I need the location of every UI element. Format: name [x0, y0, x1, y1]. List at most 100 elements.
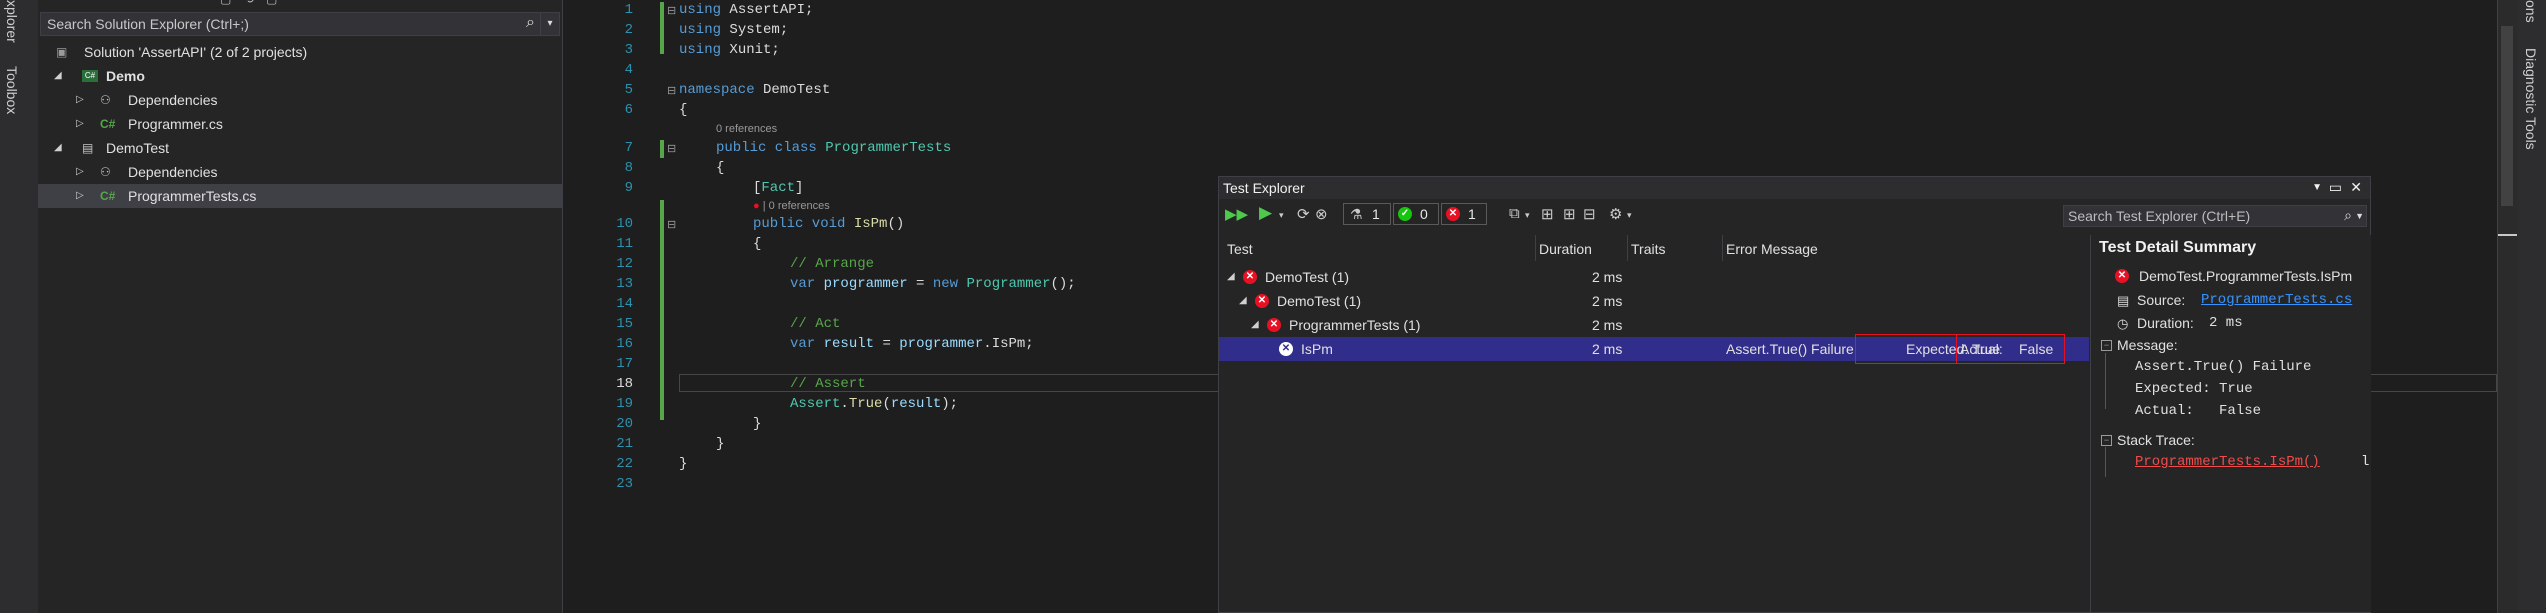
column-header-test[interactable]: Test	[1227, 241, 1253, 257]
code-text: =	[907, 276, 933, 292]
solution-explorer-side-tab[interactable]: xplorer	[4, 0, 20, 43]
test-explorer-search-input[interactable]: Search Test Explorer (Ctrl+E) ⌕ ▼	[2063, 205, 2367, 227]
refresh-icon[interactable]: ⟳	[1297, 205, 1310, 223]
line-number: 11	[616, 236, 633, 252]
tree-item-dependencies[interactable]: ▷ ⚇ Dependencies	[38, 88, 562, 112]
toolbox-side-tab[interactable]: Toolbox	[4, 66, 20, 114]
cancel-icon[interactable]: ⊗	[1315, 205, 1328, 223]
expanded-triangle-icon[interactable]: ◢	[54, 136, 62, 160]
code-line: var programmer = new Programmer();	[790, 276, 1076, 292]
expand-all-icon[interactable]: ⊞	[1563, 205, 1576, 223]
collapsed-triangle-icon[interactable]: ▷	[76, 88, 84, 112]
code-line: namespace DemoTest	[679, 82, 830, 98]
column-header-duration[interactable]: Duration	[1539, 241, 1592, 257]
chevron-down-icon[interactable]: ▼	[2355, 211, 2364, 221]
expanded-triangle-icon[interactable]: ◢	[54, 64, 62, 88]
test-name: DemoTest (1)	[1265, 269, 1350, 285]
toolbar-icon[interactable]: ⟲	[244, 0, 254, 6]
chevron-down-icon[interactable]: ▾	[1279, 210, 1284, 221]
collapsed-triangle-icon[interactable]: ▷	[76, 160, 84, 184]
test-tree-row[interactable]: ◢ ✕ DemoTest (1) 2 ms	[1219, 265, 2089, 289]
change-marker	[660, 2, 664, 54]
toolbar-icon[interactable]: ▢	[266, 0, 277, 6]
stack-trace-link[interactable]: ProgrammerTests.IsPm()	[2135, 454, 2320, 470]
expanded-triangle-icon[interactable]: ◢	[1239, 289, 1247, 313]
fold-toggle-icon[interactable]: ⊟	[667, 86, 676, 97]
code-text: System;	[721, 22, 789, 38]
failed-icon: ✕	[1267, 318, 1281, 332]
column-divider[interactable]	[1627, 235, 1628, 261]
scrollbar-thumb[interactable]	[2501, 26, 2513, 206]
variable-name: programmer	[823, 276, 908, 292]
section-guide	[2105, 353, 2106, 409]
code-line: public void IsPm()	[753, 216, 904, 232]
collapse-all-icon[interactable]: ⊟	[1583, 205, 1596, 223]
total-tests-filter[interactable]: ⚗ 1	[1343, 203, 1391, 225]
dependencies-icon: ⚇	[100, 165, 111, 179]
expanded-triangle-icon[interactable]: ◢	[1227, 265, 1235, 289]
editor-vertical-scrollbar[interactable]	[2497, 0, 2518, 613]
run-icon[interactable]: ▶	[1259, 203, 1272, 223]
column-header-error-message[interactable]: Error Message	[1726, 241, 1818, 257]
tree-item-file-programmer[interactable]: ▷ C# Programmer.cs	[38, 112, 562, 136]
code-text: ;	[1025, 336, 1034, 352]
playlist-icon[interactable]: ⧉	[1509, 205, 1520, 222]
code-text: DemoTest	[754, 82, 831, 98]
gear-icon[interactable]: ⚙	[1609, 205, 1622, 223]
references-codelens[interactable]: ● | 0 references	[753, 200, 830, 212]
tree-item-file-programmertests[interactable]: ▷ C# ProgrammerTests.cs	[38, 184, 562, 208]
expanded-triangle-icon[interactable]: ◢	[1251, 313, 1259, 337]
column-divider[interactable]	[1535, 235, 1536, 261]
code-comment: // Assert	[790, 376, 866, 392]
scroll-position-marker	[2498, 234, 2518, 236]
chevron-down-icon[interactable]: ▾	[1627, 210, 1632, 221]
tree-item-label: Dependencies	[128, 164, 218, 180]
search-icon[interactable]: ⌕	[2344, 207, 2352, 224]
line-number: 6	[624, 102, 633, 118]
source-link[interactable]: ProgrammerTests.cs	[2201, 292, 2352, 308]
properties-side-tab[interactable]: ons	[2523, 0, 2539, 23]
dependencies-icon: ⚇	[100, 93, 111, 107]
chevron-down-icon[interactable]: ▾	[1525, 210, 1530, 221]
fold-toggle-icon[interactable]: ⊟	[667, 6, 676, 17]
tree-item-project-demo[interactable]: ◢ C# Demo	[38, 64, 562, 88]
collapse-icon[interactable]: −	[2101, 340, 2112, 351]
tree-item-label: Programmer.cs	[128, 116, 223, 132]
code-line: var result = programmer.IsPm;	[790, 336, 1034, 352]
tree-item-project-demotest[interactable]: ◢ ▤ DemoTest	[38, 136, 562, 160]
collapsed-triangle-icon[interactable]: ▷	[76, 112, 84, 136]
keyword: public void	[753, 216, 846, 232]
failed-tests-filter[interactable]: ✕ 1	[1441, 203, 1487, 225]
fold-toggle-icon[interactable]: ⊟	[667, 220, 676, 231]
group-by-icon[interactable]: ⊞	[1541, 205, 1554, 223]
fold-toggle-icon[interactable]: ⊟	[667, 144, 676, 155]
passed-tests-filter[interactable]: ✓ 0	[1393, 203, 1439, 225]
highlight-box	[1956, 334, 2065, 364]
line-number: 12	[616, 256, 633, 272]
code-text: =	[874, 336, 900, 352]
tree-item-dependencies[interactable]: ▷ ⚇ Dependencies	[38, 160, 562, 184]
column-divider[interactable]	[1722, 235, 1723, 261]
column-header-traits[interactable]: Traits	[1631, 241, 1665, 257]
references-codelens[interactable]: 0 references	[716, 123, 777, 135]
diagnostic-tools-side-tab[interactable]: Diagnostic Tools	[2523, 48, 2539, 150]
code-text: .	[983, 336, 992, 352]
csharp-project-icon: C#	[82, 70, 98, 82]
test-explorer-titlebar[interactable]: Test Explorer ▼ ▭ ✕	[1219, 177, 2370, 199]
tree-item-label: ProgrammerTests.cs	[128, 188, 257, 204]
test-tree-row[interactable]: ◢ ✕ DemoTest (1) 2 ms	[1219, 289, 2089, 313]
chevron-down-icon[interactable]: ▾	[540, 13, 559, 35]
test-duration: 2 ms	[1592, 293, 1623, 309]
csharp-file-icon: C#	[100, 117, 116, 131]
close-icon[interactable]: ✕	[2350, 179, 2362, 196]
solution-explorer-search-input[interactable]: Search Solution Explorer (Ctrl+;) ⌕ ▾	[40, 12, 560, 36]
search-icon[interactable]: ⌕	[526, 14, 535, 32]
window-dropdown-icon[interactable]: ▼	[2312, 182, 2322, 193]
run-all-icon[interactable]: ▶▶	[1225, 205, 1248, 223]
tree-item-solution[interactable]: ▣ Solution 'AssertAPI' (2 of 2 projects)	[38, 40, 562, 64]
collapse-icon[interactable]: −	[2101, 435, 2112, 446]
toolbar-icon[interactable]: ▢	[220, 0, 231, 6]
maximize-icon[interactable]: ▭	[2329, 179, 2342, 196]
code-line: Assert.True(result);	[790, 396, 958, 412]
collapsed-triangle-icon[interactable]: ▷	[76, 184, 84, 208]
